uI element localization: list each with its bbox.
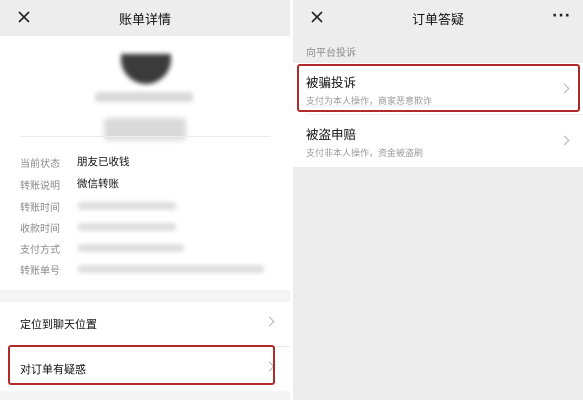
detail-row-payment-method: 支付方式	[0, 238, 290, 258]
chevron-right-icon	[559, 135, 570, 146]
detail-label: 转账时间	[20, 203, 60, 214]
section-gap	[0, 391, 290, 400]
highlight-box	[8, 345, 275, 385]
highlight-box	[297, 64, 580, 112]
bill-details-screen: 账单详情 当前状态 朋友已收钱 转账说明 微信转账 转账时间 收款时间 支付方式…	[0, 0, 290, 400]
detail-label: 支付方式	[20, 245, 60, 256]
option-title: 被盗申赔	[306, 127, 357, 142]
detail-label: 转账单号	[20, 266, 60, 277]
detail-row-transfer-time: 转账时间	[0, 196, 290, 216]
detail-value-redacted	[78, 202, 176, 210]
page-title: 账单详情	[118, 13, 171, 28]
order-help-screen: 订单答疑 ··· 向平台投诉 被骗投诉 支付为本人操作，商家恶意欺诈 被盗申赔 …	[293, 0, 583, 400]
divider	[20, 136, 270, 137]
detail-value-redacted	[78, 265, 264, 273]
payee-summary	[0, 36, 290, 140]
nav-bar: 账单详情	[0, 0, 290, 36]
option-desc: 支付非本人操作，资金被盗刷	[306, 149, 424, 159]
detail-row-receive-time: 收款时间	[0, 217, 290, 237]
detail-value-redacted	[78, 223, 176, 231]
payee-name-redacted	[95, 92, 193, 102]
theft-claim-option[interactable]: 被盗申赔 支付非本人操作，资金被盗刷	[293, 115, 583, 167]
locate-chat-row[interactable]: 定位到聊天位置	[0, 302, 290, 346]
avatar	[121, 54, 171, 84]
nav-bar: 订单答疑 ···	[293, 0, 583, 36]
page-title: 订单答疑	[411, 13, 464, 28]
detail-row-note: 转账说明 微信转账	[0, 174, 290, 194]
detail-value: 朋友已收钱	[77, 156, 130, 168]
more-icon[interactable]: ···	[552, 8, 571, 24]
locate-chat-label: 定位到聊天位置	[20, 318, 97, 331]
section-header: 向平台投诉	[306, 48, 356, 59]
chevron-right-icon	[264, 316, 275, 327]
detail-value: 微信转账	[77, 178, 119, 190]
detail-label: 收款时间	[20, 224, 60, 235]
detail-value-redacted	[78, 244, 184, 252]
detail-row-status: 当前状态 朋友已收钱	[0, 152, 290, 172]
detail-label: 当前状态	[20, 159, 60, 170]
section-gap	[0, 290, 290, 302]
detail-label: 转账说明	[20, 181, 60, 192]
detail-row-transaction-id: 转账单号	[0, 259, 290, 279]
